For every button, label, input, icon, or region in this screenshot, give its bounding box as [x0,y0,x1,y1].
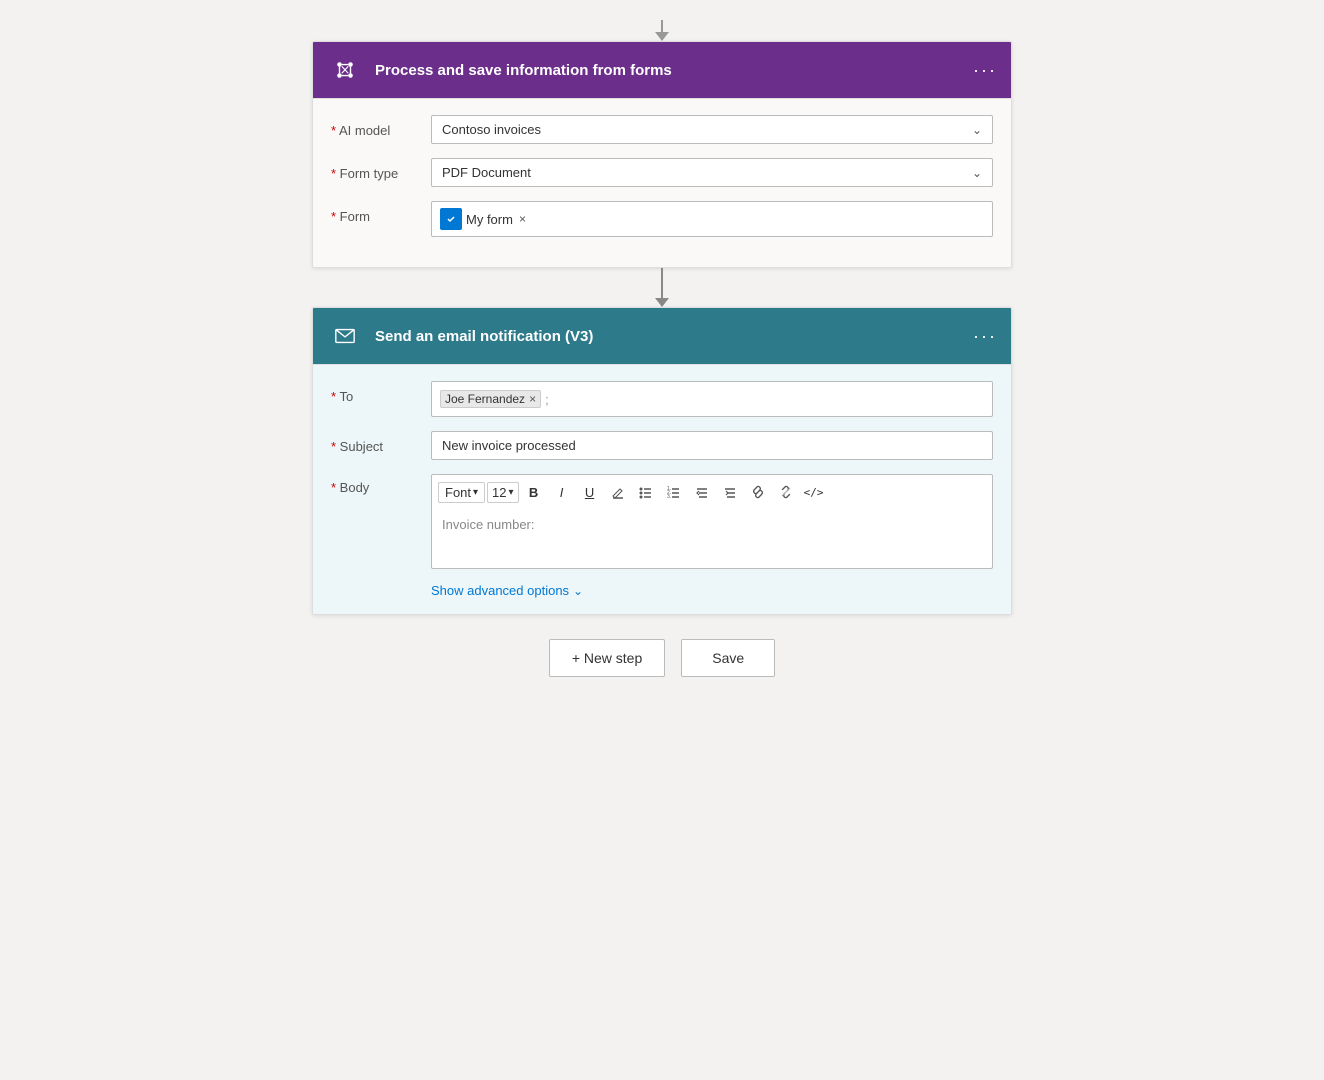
to-person-tag: Joe Fernandez × [440,390,541,408]
form-label: * Form [331,201,431,224]
size-arrow: ▾ [509,487,514,498]
indent-less-button[interactable] [689,479,715,505]
numbered-list-button[interactable]: 1. 2. 3. [661,479,687,505]
connector-arrow [655,268,669,307]
save-button[interactable]: Save [681,639,775,677]
card1-menu[interactable]: ··· [973,60,997,81]
ai-model-row: * AI model Contoso invoices ⌄ [331,115,993,144]
form-type-arrow: ⌄ [972,166,982,180]
ai-model-control: Contoso invoices ⌄ [431,115,993,144]
subject-row: * Subject New invoice processed [331,431,993,460]
show-advanced-button[interactable]: Show advanced options ⌄ [431,583,993,598]
form-tag-text: My form [466,212,513,227]
form-tag-close[interactable]: × [519,212,526,226]
subject-control: New invoice processed [431,431,993,460]
link-button[interactable] [745,479,771,505]
card1-title: Process and save information from forms [375,62,973,79]
font-selector[interactable]: Font ▾ [438,482,485,503]
card-send-email: Send an email notification (V3) ··· * To… [312,307,1012,615]
italic-button[interactable]: I [549,479,575,505]
form-tag: My form × [440,208,526,230]
card-process-forms: Process and save information from forms … [312,41,1012,268]
svg-text:3.: 3. [667,494,671,499]
email-icon [327,318,363,354]
new-step-button[interactable]: + New step [549,639,665,677]
form-row: * Form My form × [331,201,993,237]
to-input[interactable]: Joe Fernandez × ; [431,381,993,417]
form-type-row: * Form type PDF Document ⌄ [331,158,993,187]
form-type-label: * Form type [331,158,431,181]
subject-label: * Subject [331,431,431,454]
font-size-selector[interactable]: 12 ▾ [487,482,519,503]
card2-menu[interactable]: ··· [973,326,997,347]
subject-input[interactable]: New invoice processed [431,431,993,460]
to-row: * To Joe Fernandez × ; [331,381,993,417]
ai-model-label: * AI model [331,115,431,138]
form-tag-icon [440,208,462,230]
form-tag-input[interactable]: My form × [431,201,993,237]
highlight-button[interactable] [605,479,631,505]
card2-title: Send an email notification (V3) [375,328,973,345]
ai-model-arrow: ⌄ [972,123,982,137]
body-label: * Body [331,474,431,495]
form-type-select[interactable]: PDF Document ⌄ [431,158,993,187]
bottom-buttons: + New step Save [549,639,775,677]
form-type-control: PDF Document ⌄ [431,158,993,187]
indent-more-button[interactable] [717,479,743,505]
body-toolbar: Font ▾ 12 ▾ B I [431,474,993,509]
body-control: Font ▾ 12 ▾ B I [431,474,993,569]
to-control: Joe Fernandez × ; [431,381,993,417]
bullet-list-button[interactable] [633,479,659,505]
unlink-button[interactable] [773,479,799,505]
body-editor[interactable]: Invoice number: [431,509,993,569]
to-label: * To [331,381,431,404]
ai-model-select[interactable]: Contoso invoices ⌄ [431,115,993,144]
ai-model-required: * [331,123,339,138]
bold-button[interactable]: B [521,479,547,505]
process-forms-icon [327,52,363,88]
to-tag-close[interactable]: × [529,392,536,406]
form-control: My form × [431,201,993,237]
advanced-options: Show advanced options ⌄ [431,583,993,598]
underline-button[interactable]: U [577,479,603,505]
code-button[interactable]: </> [801,479,827,505]
body-row: * Body Font ▾ 12 ▾ B [331,474,993,569]
advanced-chevron: ⌄ [573,584,583,598]
font-arrow: ▾ [473,487,478,498]
